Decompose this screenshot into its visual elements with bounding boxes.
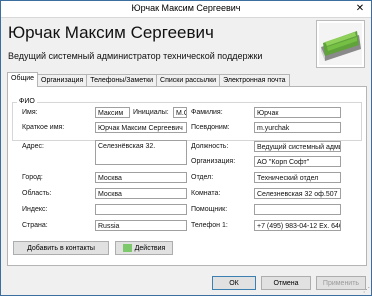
actions-button-label: Действия (134, 245, 166, 252)
contact-properties-window: Юрчак Максим Сергеевич ✕ Юрчак Максим Се… (0, 0, 372, 296)
assistant-field[interactable] (254, 204, 341, 215)
country-label: Страна: (22, 222, 48, 229)
organization-label: Организация: (191, 158, 236, 165)
position-label: Должность: (191, 143, 229, 150)
alias-field[interactable]: m.yurchak (254, 122, 341, 133)
contact-job-title: Ведущий системный администратор техничес… (8, 51, 263, 61)
title-bar: Юрчак Максим Сергеевич ✕ (1, 1, 371, 18)
cancel-button[interactable]: Отмена (261, 276, 311, 290)
last-name-field[interactable]: Юрчак (254, 107, 341, 118)
region-label: Область: (22, 190, 52, 197)
tab-strip: Общие Организация Телефоны/Заметки Списки р… (7, 72, 290, 87)
ok-button[interactable]: ОК (212, 276, 256, 290)
actions-icon (122, 244, 132, 253)
first-name-label: Имя: (22, 109, 38, 116)
contact-photo (316, 20, 365, 68)
general-tab-panel: ФИО Имя: Максим Инициалы: М.С. Фамилия: … (7, 86, 367, 266)
department-field[interactable]: Технический отдел (254, 172, 341, 183)
display-name-field[interactable]: Юрчак Максим Сергеевич (95, 122, 187, 133)
address-label: Адрес: (22, 143, 44, 150)
add-to-contacts-button[interactable]: Добавить в контакты (13, 241, 109, 255)
region-field[interactable]: Москва (95, 188, 187, 199)
phone1-label: Телефон 1: (191, 222, 228, 229)
initials-field[interactable]: М.С. (173, 107, 187, 118)
position-field[interactable]: Ведущий системный администратор (254, 141, 341, 152)
alias-label: Псевдоним: (191, 124, 230, 131)
display-name-label: Краткое имя: (22, 124, 65, 131)
actions-button[interactable]: Действия (115, 241, 173, 255)
room-field[interactable]: Селезневская 32 оф.507 (254, 188, 341, 199)
last-name-label: Фамилия: (191, 109, 223, 116)
organization-field[interactable]: АО "Корп Софт" (254, 156, 341, 167)
address-field[interactable]: Селезнёвская 32. (95, 140, 187, 165)
country-field[interactable]: Russia (95, 220, 187, 231)
city-field[interactable]: Москва (95, 172, 187, 183)
phone1-field[interactable]: +7 (495) 983-04-12 Ex. 6467 (254, 220, 341, 231)
close-icon[interactable]: ✕ (352, 2, 368, 15)
apply-button[interactable]: Применить (316, 276, 366, 290)
resize-grip-icon[interactable]: ⋰ (363, 286, 370, 294)
window-title: Юрчак Максим Сергеевич (131, 3, 241, 13)
first-name-field[interactable]: Максим (95, 107, 130, 118)
city-label: Город: (22, 174, 43, 181)
zip-label: Индекс: (22, 206, 48, 213)
fio-legend: ФИО (17, 98, 37, 105)
contact-name: Юрчак Максим Сергеевич (8, 23, 214, 42)
initials-label: Инициалы: (133, 109, 169, 116)
room-label: Комната: (191, 190, 221, 197)
zip-field[interactable] (95, 204, 187, 215)
department-label: Отдел: (191, 174, 214, 181)
tab-general[interactable]: Общие (7, 72, 39, 87)
assistant-label: Помощник: (191, 206, 228, 213)
